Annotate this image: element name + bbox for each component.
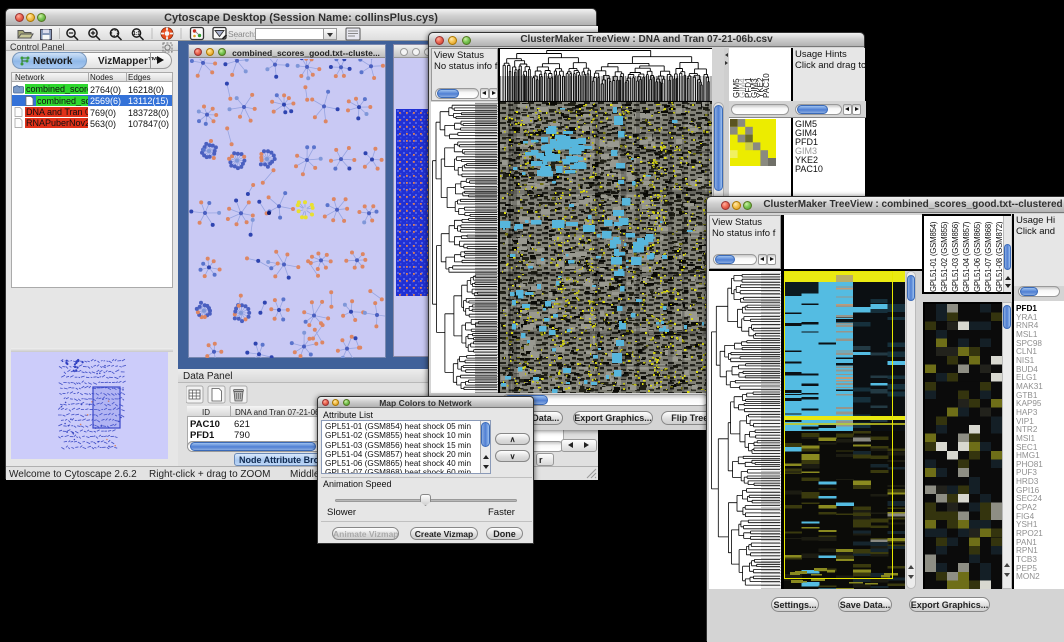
svg-text:1:1: 1:1	[133, 31, 140, 37]
